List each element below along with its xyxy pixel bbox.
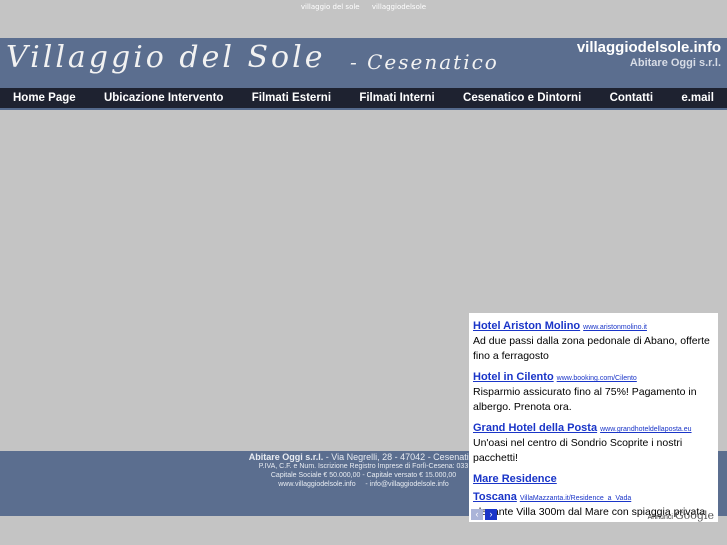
ad-url-link[interactable]: www.grandhoteldellaposta.eu [600,426,691,433]
ad-description: Un'oasi nel centro di Sondrio Scoprite i… [473,437,683,464]
footer-website-link[interactable]: www.villaggiodelsole.info [278,481,355,488]
nav-contatti[interactable]: Contatti [610,92,653,104]
ad-entry: Grand Hotel della Posta www.grandhoteldel… [469,418,718,466]
ad-next-arrow-icon[interactable]: › [485,509,497,520]
nav-filmati-interni[interactable]: Filmati Interni [359,92,434,104]
nav-cesenatico-dintorni[interactable]: Cesenatico e Dintorni [463,92,581,104]
ad-entry: Hotel in Cilento www.booking.com/Cilento … [469,367,718,415]
site-title: Villaggio del Sole [6,40,326,75]
top-links: villaggio del sole villaggiodelsole [0,0,727,14]
google-ad-box: Hotel Ariston Molino www.aristonmolino.it… [469,313,718,522]
footer-email-link[interactable]: - info@villaggiodelsole.info [365,481,448,488]
nav-email[interactable]: e.mail [681,92,714,104]
annunci-google-link[interactable]: Annunci Google [648,509,714,522]
footer-address: - Via Negrelli, 28 - 47042 - Cesenatico [323,452,479,462]
annunci-label: Annunci [647,514,673,521]
top-link-villaggio[interactable]: villaggio del sole [301,3,360,11]
site-subtitle: - Cesenatico [350,50,499,74]
site-header: Villaggio del Sole - Cesenatico villaggi… [0,38,727,88]
google-logo: Google [674,509,714,522]
site-domain: villaggiodelsole.info [576,39,721,56]
ad-url-link[interactable]: VillaMazzanta.it/Residence_a_Vada [520,495,631,502]
top-link-villaggiodelsole[interactable]: villaggiodelsole [372,3,426,11]
nav-ubicazione-intervento[interactable]: Ubicazione Intervento [104,92,224,104]
footer-company: Abitare Oggi s.r.l. [248,452,324,462]
ad-prev-arrow-icon[interactable]: ‹ [471,509,483,520]
ad-description: Risparmio assicurato fino al 75%! Pagame… [473,386,697,413]
ad-footer: ‹ › Annunci Google [469,508,718,522]
ad-title-link[interactable]: Hotel in Cilento [473,371,554,383]
ad-entry: Hotel Ariston Molino www.aristonmolino.it… [469,316,718,364]
main-navbar: Home Page Ubicazione Intervento Filmati … [0,88,727,110]
ad-url-link[interactable]: www.booking.com/Cilento [557,375,637,382]
ad-title-link[interactable]: Hotel Ariston Molino [473,320,580,332]
company-name: Abitare Oggi s.r.l. [629,57,721,69]
nav-home-page[interactable]: Home Page [13,92,76,104]
ad-description: Ad due passi dalla zona pedonale di Aban… [473,335,710,362]
nav-filmati-esterni[interactable]: Filmati Esterni [252,92,331,104]
ad-url-link[interactable]: www.aristonmolino.it [583,324,647,331]
ad-title-link[interactable]: Grand Hotel della Posta [473,422,597,434]
